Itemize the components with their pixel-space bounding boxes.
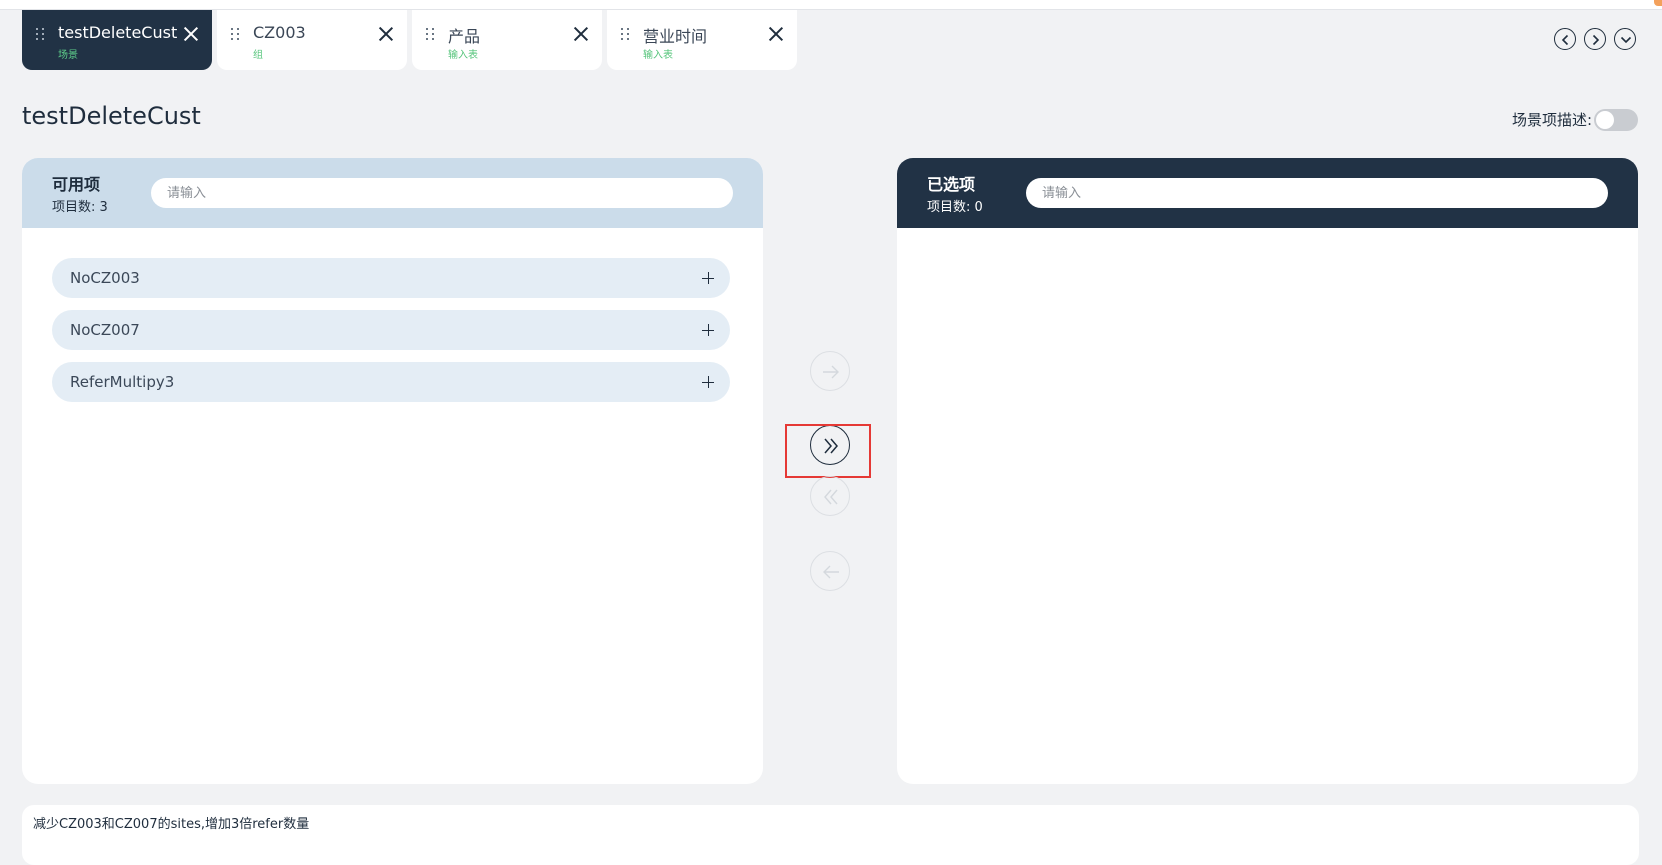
tab-subtitle: 输入表 <box>448 50 478 61</box>
tab-title: CZ003 <box>253 23 306 42</box>
tab-product[interactable]: 产品 输入表 <box>412 10 602 70</box>
arrow-right-icon <box>823 365 839 379</box>
available-panel: 可用项 项目数: 3 NoCZ003 NoCZ007 ReferMultipy3 <box>22 158 763 784</box>
tab-subtitle: 组 <box>253 50 263 61</box>
scenario-description-box[interactable]: 减少CZ003和CZ007的sites,增加3倍refer数量 <box>22 805 1639 865</box>
selected-title: 已选项 <box>927 175 976 194</box>
selected-search-input[interactable] <box>1026 178 1608 208</box>
move-left-button[interactable] <box>810 551 850 591</box>
plus-icon[interactable] <box>702 272 714 284</box>
arrow-left-icon <box>823 565 839 579</box>
toggle-knob <box>1596 111 1614 129</box>
drag-handle-icon[interactable] <box>36 28 46 42</box>
selected-panel: 已选项 项目数: 0 <box>897 158 1638 784</box>
plus-icon[interactable] <box>702 376 714 388</box>
scenario-description-text: 减少CZ003和CZ007的sites,增加3倍refer数量 <box>33 817 310 832</box>
list-item[interactable]: ReferMultipy3 <box>52 362 730 402</box>
available-search-input[interactable] <box>151 178 733 208</box>
item-label: ReferMultipy3 <box>70 373 175 391</box>
drag-handle-icon[interactable] <box>621 28 631 42</box>
chevron-right-icon[interactable] <box>1584 28 1606 50</box>
close-icon[interactable] <box>182 25 200 43</box>
drag-handle-icon[interactable] <box>426 28 436 42</box>
close-icon[interactable] <box>767 25 785 43</box>
corner-indicator <box>1654 0 1662 6</box>
available-title: 可用项 <box>52 175 101 194</box>
list-item[interactable]: NoCZ007 <box>52 310 730 350</box>
drag-handle-icon[interactable] <box>231 28 241 42</box>
description-toggle[interactable] <box>1594 109 1638 131</box>
top-bar <box>0 0 1662 10</box>
tab-business-hours[interactable]: 营业时间 输入表 <box>607 10 797 70</box>
close-icon[interactable] <box>572 25 590 43</box>
item-label: NoCZ003 <box>70 269 140 287</box>
chevron-left-icon[interactable] <box>1554 28 1576 50</box>
tab-subtitle: 输入表 <box>643 50 673 61</box>
available-panel-header: 可用项 项目数: 3 <box>22 158 763 228</box>
tab-title: testDeleteCust <box>58 23 178 42</box>
selected-count: 项目数: 0 <box>927 200 983 215</box>
tab-subtitle: 场景 <box>58 50 78 61</box>
highlight-box <box>785 424 871 478</box>
close-icon[interactable] <box>377 25 395 43</box>
tab-cz003[interactable]: CZ003 组 <box>217 10 407 70</box>
item-label: NoCZ007 <box>70 321 140 339</box>
list-item[interactable]: NoCZ003 <box>52 258 730 298</box>
tab-title: 产品 <box>448 27 481 46</box>
description-label: 场景项描述: <box>1511 111 1592 129</box>
chevron-down-icon[interactable] <box>1614 28 1636 50</box>
page-title: testDeleteCust <box>22 102 201 130</box>
tab-testdeletecust[interactable]: testDeleteCust 场景 <box>22 10 212 70</box>
plus-icon[interactable] <box>702 324 714 336</box>
move-right-button[interactable] <box>810 351 850 391</box>
tab-title: 营业时间 <box>643 27 708 46</box>
move-all-left-button[interactable] <box>810 476 850 516</box>
selected-panel-header: 已选项 项目数: 0 <box>897 158 1638 228</box>
double-chevron-left-icon <box>824 489 838 505</box>
available-count: 项目数: 3 <box>52 200 108 215</box>
